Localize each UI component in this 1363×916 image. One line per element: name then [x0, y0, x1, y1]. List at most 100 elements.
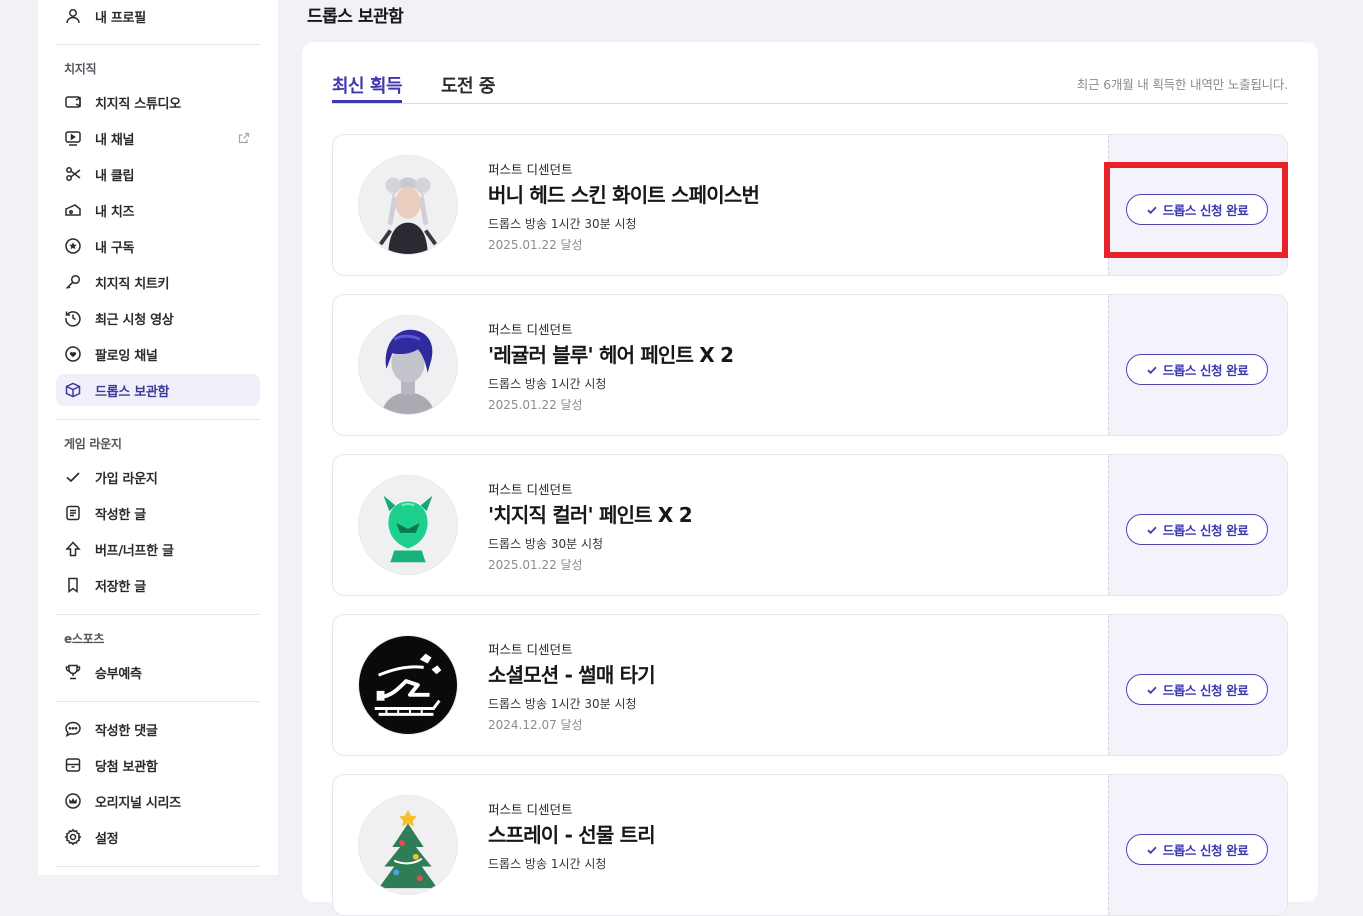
scissors-icon — [64, 165, 82, 183]
tv-play-icon — [64, 129, 82, 147]
sidebar-item-buff-nerf[interactable]: 버프/너프한 글 — [56, 533, 260, 565]
speech-bubble-icon — [64, 720, 82, 738]
document-icon — [64, 504, 82, 522]
check-icon — [1147, 686, 1157, 694]
claim-complete-button[interactable]: 드롭스 신청 완료 — [1126, 354, 1268, 385]
drop-card: 퍼스트 디센던트 '레귤러 블루' 헤어 페인트 X 2 드롭스 방송 1시간 … — [332, 294, 1288, 436]
sidebar-divider — [56, 701, 260, 702]
sidebar-item-saved-posts[interactable]: 저장한 글 — [56, 569, 260, 601]
drop-card: 퍼스트 디센던트 소셜모션 - 썰매 타기 드롭스 방송 1시간 30분 시청 … — [332, 614, 1288, 756]
drop-game: 퍼스트 디센던트 — [488, 162, 573, 177]
sidebar-item-label: 내 클립 — [95, 168, 135, 184]
gear-icon — [64, 828, 82, 846]
drop-title: 소셜모션 - 썰매 타기 — [488, 663, 656, 687]
sidebar-item-my-cheese[interactable]: 내 치즈 — [56, 194, 260, 226]
bookmark-icon — [64, 576, 82, 594]
sidebar-item-joined-lounge[interactable]: 가입 라운지 — [56, 461, 260, 493]
drop-condition: 드롭스 방송 1시간 30분 시청 — [488, 697, 637, 711]
sidebar-item-label: 승부예측 — [95, 666, 142, 682]
sidebar-item-label: 내 치즈 — [95, 204, 135, 220]
character-portrait-icon — [358, 155, 458, 255]
claim-complete-button[interactable]: 드롭스 신청 완료 — [1126, 514, 1268, 545]
drop-date: 2024.12.07 달성 — [488, 718, 583, 732]
sidebar-divider — [56, 419, 260, 420]
tab-in-progress[interactable]: 도전 중 — [441, 72, 495, 98]
prize-box-icon — [64, 756, 82, 774]
drop-condition: 드롭스 방송 1시간 시청 — [488, 857, 607, 871]
sidebar-divider — [56, 866, 260, 867]
sidebar-item-drops-box[interactable]: 드롭스 보관함 — [56, 374, 260, 406]
section-heading-chzzk: 치지직 — [64, 62, 97, 76]
star-circle-icon — [64, 237, 82, 255]
drop-card: 퍼스트 디센던트 스프레이 - 선물 트리 드롭스 방송 1시간 시청 드롭스 … — [332, 774, 1288, 916]
active-tab-indicator — [332, 100, 402, 103]
sidebar-item-label: 오리지널 시리즈 — [95, 795, 181, 811]
crown-icon — [64, 792, 82, 810]
drop-condition: 드롭스 방송 1시간 시청 — [488, 377, 607, 391]
arrow-up-icon — [64, 540, 82, 558]
drop-title: '치지직 컬러' 페인트 X 2 — [488, 503, 693, 527]
section-heading-esports: e스포츠 — [64, 632, 105, 646]
sidebar-divider — [56, 44, 260, 45]
sidebar-item-label: 팔로잉 채널 — [95, 348, 158, 364]
sidebar-item-profile[interactable]: 내 프로필 — [56, 0, 260, 32]
sidebar-item-prize-box[interactable]: 당첨 보관함 — [56, 749, 260, 781]
sidebar-item-recent-videos[interactable]: 최근 시청 영상 — [56, 302, 260, 334]
video-camera-icon — [64, 93, 82, 111]
sidebar-item-label: 치지직 치트키 — [95, 276, 170, 292]
sidebar-divider — [56, 614, 260, 615]
sidebar-item-studio[interactable]: 치지직 스튜디오 — [56, 86, 260, 118]
drop-title: '레귤러 블루' 헤어 페인트 X 2 — [488, 343, 734, 367]
drop-condition: 드롭스 방송 1시간 30분 시청 — [488, 217, 637, 231]
sidebar-item-label: 치지직 스튜디오 — [95, 96, 181, 112]
tabs-divider — [332, 103, 1288, 104]
sidebar-item-my-clip[interactable]: 내 클립 — [56, 158, 260, 190]
drop-date: 2025.01.22 달성 — [488, 238, 583, 252]
claim-complete-button[interactable]: 드롭스 신청 완료 — [1126, 834, 1268, 865]
sidebar-item-my-posts[interactable]: 작성한 글 — [56, 497, 260, 529]
sidebar-item-label: 작성한 글 — [95, 507, 146, 523]
page-title: 드롭스 보관함 — [307, 7, 404, 27]
claim-button-label: 드롭스 신청 완료 — [1162, 523, 1249, 538]
drop-date: 2025.01.22 달성 — [488, 558, 583, 572]
box-icon — [64, 381, 82, 399]
history-notice: 최근 6개월 내 획득한 내역만 노출됩니다. — [1076, 77, 1288, 92]
claim-button-label: 드롭스 신청 완료 — [1162, 363, 1249, 378]
drop-game: 퍼스트 디센던트 — [488, 482, 573, 497]
section-heading-lounge: 게임 라운지 — [64, 437, 122, 451]
sidebar-item-label: 가입 라운지 — [95, 471, 158, 487]
sidebar-item-my-subscription[interactable]: 내 구독 — [56, 230, 260, 262]
check-icon — [1147, 526, 1157, 534]
tab-latest[interactable]: 최신 획득 — [332, 72, 403, 98]
sidebar-item-label: 최근 시청 영상 — [95, 312, 174, 328]
drop-date: 2025.01.22 달성 — [488, 398, 583, 412]
sidebar-item-label: 작성한 댓글 — [95, 723, 158, 739]
sidebar-item-my-channel[interactable]: 내 채널 — [56, 122, 260, 154]
drop-condition: 드롭스 방송 30분 시청 — [488, 537, 604, 551]
sidebar-item-settings[interactable]: 설정 — [56, 821, 260, 853]
check-icon — [1147, 366, 1157, 374]
sidebar: 내 프로필 치지직 치지직 스튜디오 내 채널 내 클립 내 치즈 내 구독 치… — [38, 0, 278, 875]
key-icon — [64, 273, 82, 291]
sidebar-item-prediction[interactable]: 승부예측 — [56, 656, 260, 688]
check-icon — [64, 468, 82, 486]
drop-game: 퍼스트 디센던트 — [488, 642, 573, 657]
sidebar-item-original-series[interactable]: 오리지널 시리즈 — [56, 785, 260, 817]
sidebar-item-label: 설정 — [95, 831, 119, 847]
external-link-icon — [238, 132, 250, 144]
sidebar-item-label: 내 구독 — [95, 240, 135, 256]
user-icon — [64, 7, 82, 25]
claim-button-label: 드롭스 신청 완료 — [1162, 843, 1249, 858]
sidebar-item-cheat-key[interactable]: 치지직 치트키 — [56, 266, 260, 298]
sidebar-item-label: 버프/너프한 글 — [95, 543, 174, 559]
sidebar-item-my-comments[interactable]: 작성한 댓글 — [56, 713, 260, 745]
drop-title: 스프레이 - 선물 트리 — [488, 823, 656, 847]
claim-complete-button[interactable]: 드롭스 신청 완료 — [1126, 674, 1268, 705]
check-icon — [1147, 846, 1157, 854]
christmas-tree-icon — [358, 795, 458, 895]
sidebar-item-label: 당첨 보관함 — [95, 759, 158, 775]
drop-game: 퍼스트 디센던트 — [488, 322, 573, 337]
sled-icon — [358, 635, 458, 735]
highlight-box — [1104, 162, 1288, 258]
sidebar-item-following[interactable]: 팔로잉 채널 — [56, 338, 260, 370]
